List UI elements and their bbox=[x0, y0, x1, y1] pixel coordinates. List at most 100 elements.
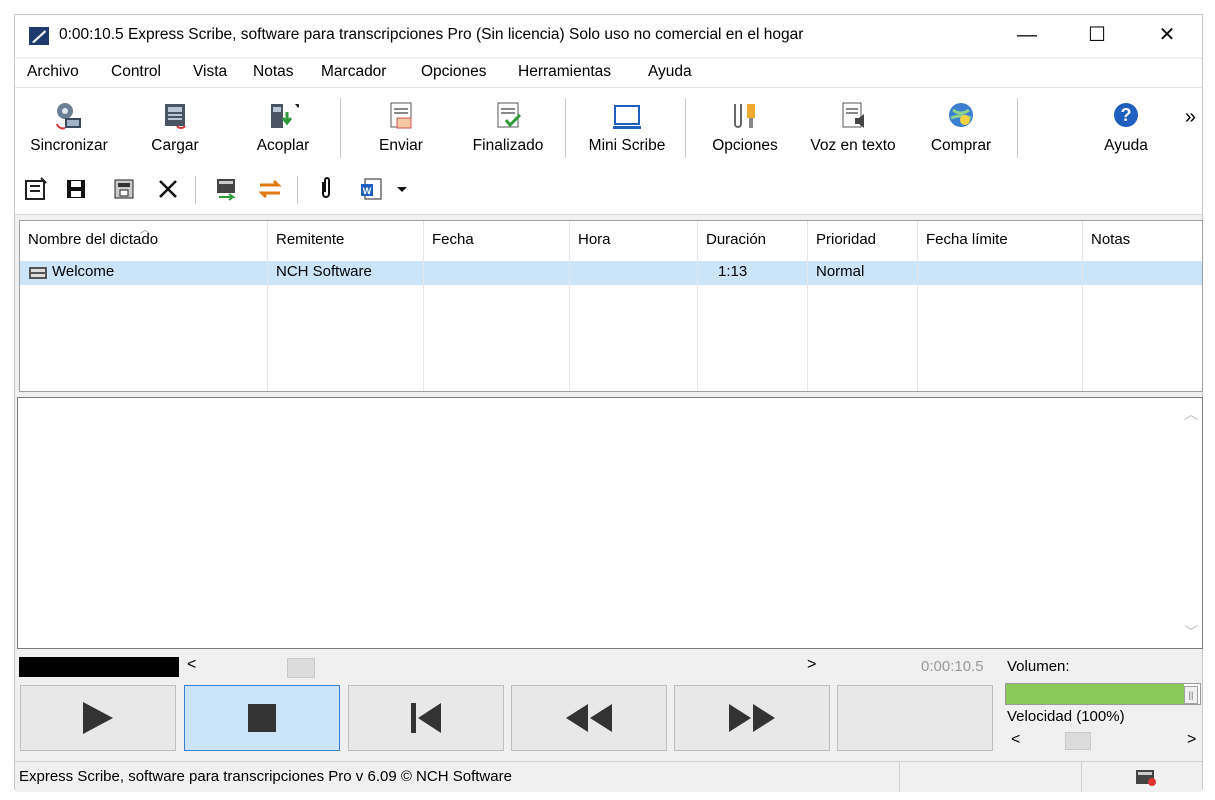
column-deadline: Fecha límite bbox=[918, 221, 1083, 391]
scroll-down-icon[interactable]: ﹀ bbox=[1180, 622, 1202, 642]
options-button[interactable]: Opciones bbox=[705, 88, 785, 166]
column-header-time[interactable]: Hora bbox=[578, 231, 611, 248]
done-label: Finalizado bbox=[472, 137, 544, 154]
column-header-date[interactable]: Fecha bbox=[432, 231, 474, 248]
done-button[interactable]: Finalizado bbox=[463, 88, 553, 166]
vertical-scrollbar[interactable]: ︿ ﹀ bbox=[1180, 398, 1202, 648]
word-document-icon[interactable]: W bbox=[359, 176, 385, 202]
speed-slider-thumb[interactable] bbox=[1065, 732, 1091, 750]
save-icon[interactable] bbox=[63, 176, 89, 202]
column-date: Fecha bbox=[424, 221, 570, 391]
column-header-priority[interactable]: Prioridad bbox=[816, 231, 876, 248]
mini-scribe-button[interactable]: Mini Scribe bbox=[577, 88, 677, 166]
menu-control[interactable]: Control bbox=[111, 63, 161, 81]
minimize-button[interactable]: — bbox=[992, 15, 1062, 55]
empty-transport-slot bbox=[837, 685, 993, 751]
swap-arrows-icon[interactable] bbox=[257, 176, 283, 202]
menu-vista[interactable]: Vista bbox=[193, 63, 227, 81]
menu-notas[interactable]: Notas bbox=[253, 63, 294, 81]
send-button[interactable]: Enviar bbox=[361, 88, 441, 166]
text-to-speech-button[interactable]: Voz en texto bbox=[801, 88, 905, 166]
status-bar: Express Scribe, software para transcripc… bbox=[15, 761, 1202, 792]
column-time: Hora bbox=[570, 221, 698, 391]
menu-marcador[interactable]: Marcador bbox=[321, 63, 386, 81]
recorder-icon[interactable] bbox=[111, 176, 137, 202]
buy-globe-icon bbox=[949, 103, 973, 127]
dispatch-icon[interactable] bbox=[213, 176, 239, 202]
load-button[interactable]: Cargar bbox=[135, 88, 215, 166]
send-document-icon bbox=[390, 102, 412, 129]
dock-label: Acoplar bbox=[256, 137, 310, 154]
fast-forward-button[interactable] bbox=[674, 685, 830, 751]
options-wrench-icon bbox=[734, 104, 755, 128]
cell-sender: NCH Software bbox=[276, 263, 372, 280]
mini-scribe-label: Mini Scribe bbox=[588, 137, 666, 154]
menu-ayuda[interactable]: Ayuda bbox=[648, 63, 692, 81]
menu-archivo[interactable]: Archivo bbox=[27, 63, 79, 81]
transcription-text-area[interactable]: ︿ ﹀ bbox=[17, 397, 1203, 649]
speed-increase-button[interactable]: > bbox=[1187, 731, 1196, 749]
speed-decrease-button[interactable]: < bbox=[1011, 731, 1020, 749]
column-duration: Duración 1:13 bbox=[698, 221, 808, 391]
help-question-icon: ? bbox=[1114, 103, 1138, 127]
app-window: 0:00:10.5 Express Scribe, software para … bbox=[14, 14, 1203, 792]
rewind-button[interactable] bbox=[511, 685, 667, 751]
toolbar-divider bbox=[340, 98, 341, 158]
title-bar: 0:00:10.5 Express Scribe, software para … bbox=[15, 15, 1202, 57]
maximize-button[interactable]: ☐ bbox=[1062, 15, 1132, 55]
main-toolbar: Sincronizar Cargar Acoplar Enviar Finali… bbox=[15, 87, 1202, 167]
column-header-name[interactable]: Nombre del dictado bbox=[28, 231, 158, 248]
volume-slider-thumb[interactable]: || bbox=[1184, 686, 1198, 704]
secondary-toolbar: W bbox=[15, 166, 1202, 215]
toolbar-overflow-button[interactable]: » bbox=[1185, 106, 1196, 129]
load-label: Cargar bbox=[151, 137, 199, 154]
sync-button[interactable]: Sincronizar bbox=[19, 88, 119, 166]
close-button[interactable]: ✕ bbox=[1132, 15, 1202, 55]
position-scroll-right-button[interactable]: > bbox=[807, 656, 816, 674]
position-scroll-left-button[interactable]: < bbox=[187, 656, 196, 674]
options-label: Opciones bbox=[712, 137, 778, 154]
skip-to-start-button[interactable] bbox=[348, 685, 504, 751]
text-to-speech-icon bbox=[842, 102, 864, 128]
column-priority: Prioridad Normal bbox=[808, 221, 918, 391]
help-button[interactable]: ? Ayuda bbox=[1091, 88, 1161, 166]
status-divider bbox=[899, 762, 900, 792]
express-scribe-logo-icon bbox=[29, 27, 49, 45]
sync-label: Sincronizar bbox=[30, 137, 108, 154]
column-header-duration[interactable]: Duración bbox=[706, 231, 766, 248]
load-recorder-icon bbox=[165, 104, 186, 129]
cell-priority: Normal bbox=[816, 263, 865, 280]
delete-icon[interactable] bbox=[155, 176, 181, 202]
position-scroll-thumb[interactable] bbox=[287, 658, 315, 678]
stop-button[interactable] bbox=[184, 685, 340, 751]
stop-icon bbox=[248, 704, 276, 732]
attachment-paperclip-icon[interactable] bbox=[313, 176, 339, 202]
volume-slider[interactable]: || bbox=[1005, 683, 1201, 705]
dictation-list: ︿ Nombre del dictado Welcome Remitente N… bbox=[19, 220, 1203, 392]
status-divider bbox=[1081, 762, 1082, 792]
column-sender: Remitente NCH Software bbox=[268, 221, 424, 391]
menu-opciones[interactable]: Opciones bbox=[421, 63, 486, 81]
window-title: 0:00:10.5 Express Scribe, software para … bbox=[59, 26, 804, 43]
svg-text:W: W bbox=[363, 186, 372, 196]
dock-button[interactable]: Acoplar bbox=[239, 88, 327, 166]
toolbar-divider bbox=[565, 98, 566, 158]
play-button[interactable] bbox=[20, 685, 176, 751]
properties-icon[interactable] bbox=[23, 176, 49, 202]
status-text: Express Scribe, software para transcripc… bbox=[19, 768, 512, 785]
toolbar-divider bbox=[297, 176, 298, 204]
toolbar-divider bbox=[195, 176, 196, 204]
column-header-notes[interactable]: Notas bbox=[1091, 231, 1130, 248]
buy-label: Comprar bbox=[930, 137, 992, 154]
menu-herramientas[interactable]: Herramientas bbox=[518, 63, 611, 81]
column-header-deadline[interactable]: Fecha límite bbox=[926, 231, 1008, 248]
fast-forward-icon bbox=[729, 704, 775, 732]
volume-label: Volumen: bbox=[1007, 658, 1070, 675]
column-header-sender[interactable]: Remitente bbox=[276, 231, 344, 248]
chevron-down-icon[interactable] bbox=[395, 176, 409, 202]
cell-name: Welcome bbox=[52, 263, 115, 280]
buy-button[interactable]: Comprar bbox=[919, 88, 1003, 166]
scroll-up-icon[interactable]: ︿ bbox=[1180, 404, 1202, 424]
recorder-status-icon bbox=[1136, 770, 1156, 786]
column-name: ︿ Nombre del dictado Welcome bbox=[20, 221, 268, 391]
